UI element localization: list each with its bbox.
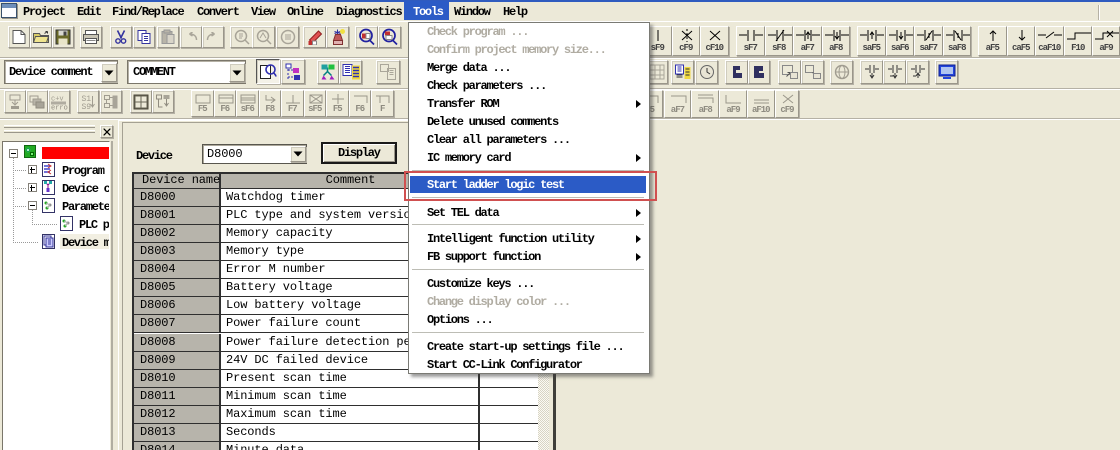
svg-text:S9: S9 [82, 103, 92, 110]
svg-text:error: error [51, 104, 68, 109]
